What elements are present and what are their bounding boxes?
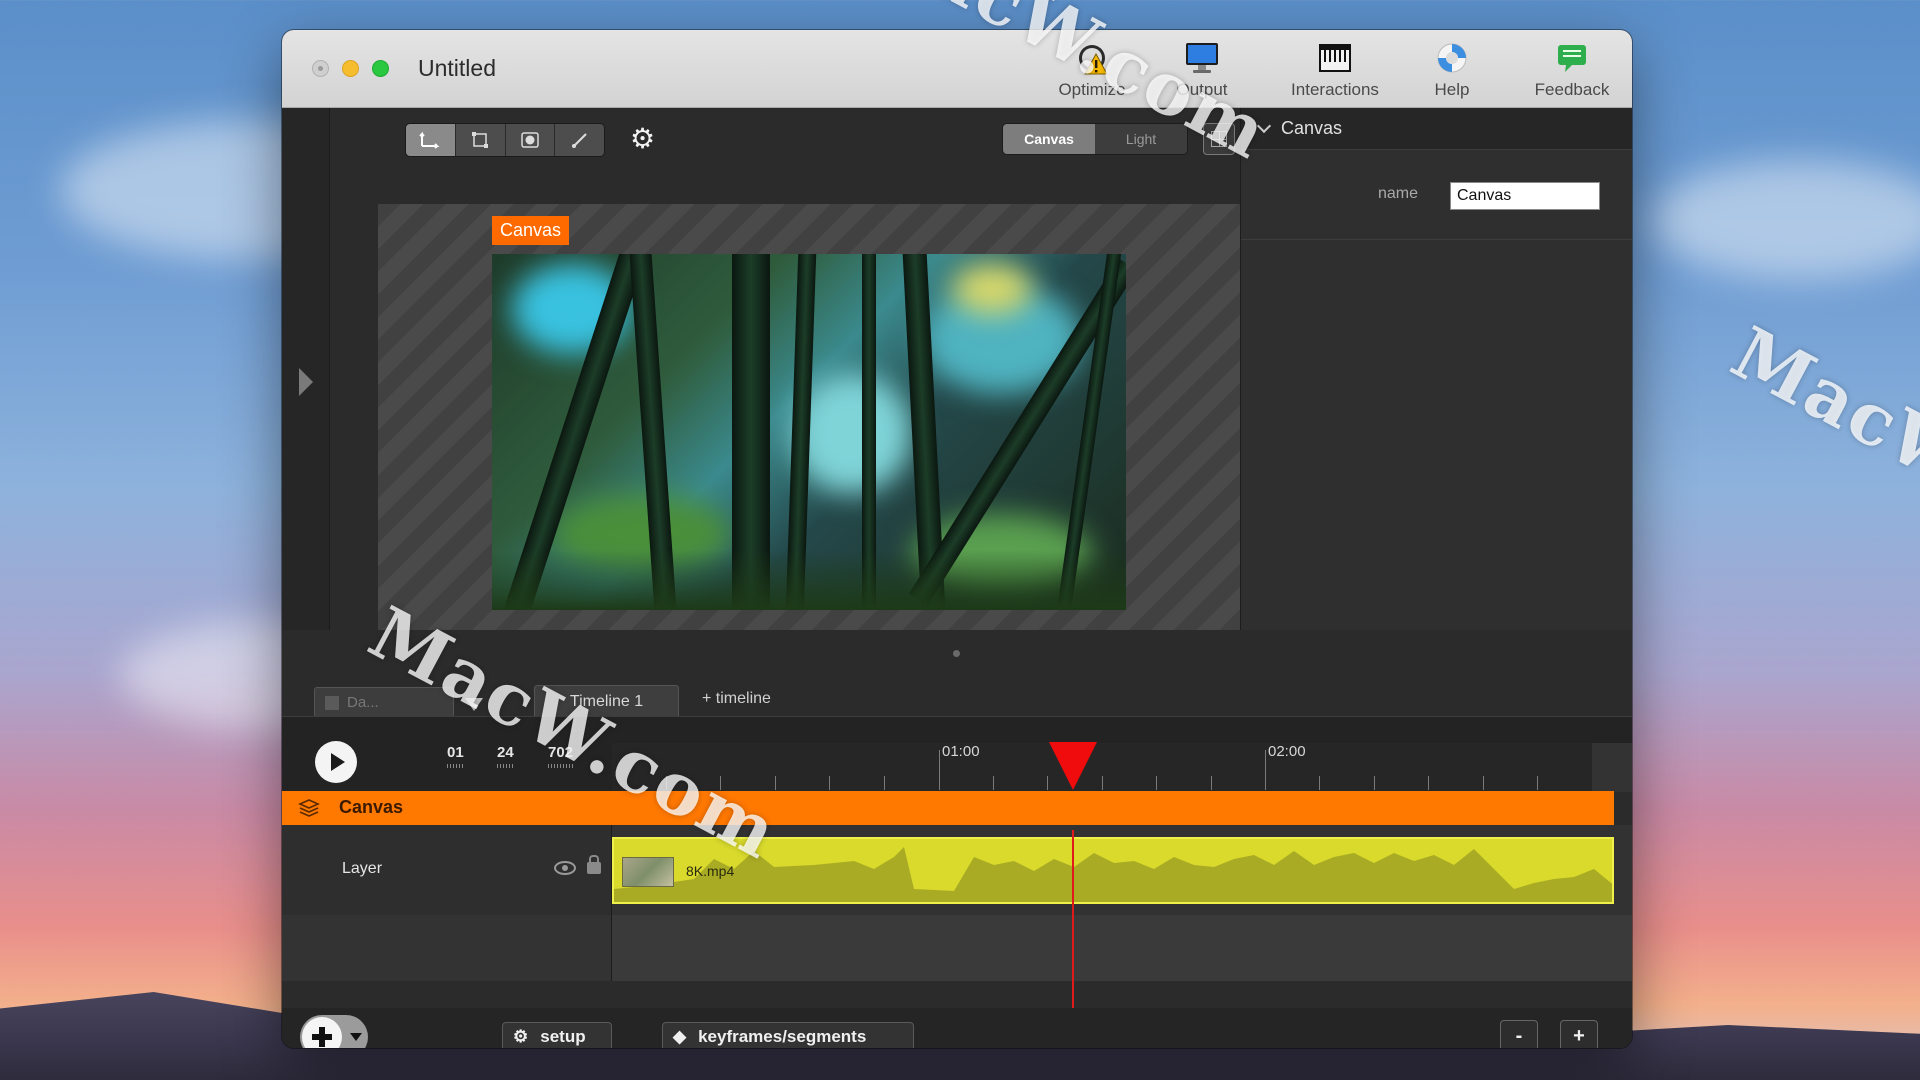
name-field[interactable] (1450, 182, 1600, 210)
maximize-window-button[interactable] (372, 60, 389, 77)
inspector-panel: Canvas name (1240, 108, 1632, 630)
output-button[interactable]: Output (1162, 40, 1242, 106)
caret-down-icon (350, 1033, 362, 1041)
canvas-group-track[interactable]: Canvas (282, 791, 1614, 825)
minimize-window-button[interactable] (342, 60, 359, 77)
video-preview[interactable] (492, 254, 1126, 610)
help-label: Help (1434, 80, 1470, 99)
view-light-option[interactable]: Light (1095, 124, 1187, 154)
tab-timeline-1[interactable]: Timeline 1 (534, 685, 679, 716)
timeline-ruler[interactable]: 01:00 02:00 (612, 743, 1592, 792)
canvas-tag: Canvas (492, 216, 570, 245)
grid-small-icon (325, 696, 339, 710)
interactions-button[interactable]: Interactions (1280, 40, 1390, 106)
timeline-dropdown-value: Da... (347, 694, 379, 711)
counter-minutes[interactable]: 01 (447, 744, 464, 768)
timeline-dropdown[interactable]: Da... (314, 687, 454, 717)
clip-filename: 8K.mp4 (686, 863, 735, 879)
lock-icon[interactable] (587, 855, 601, 874)
add-layer-button[interactable] (300, 1015, 368, 1048)
timeline-area: Da... Timeline 1 + timeline 01 24 702 01… (282, 630, 1632, 1048)
inspector-section-header[interactable]: Canvas (1241, 108, 1632, 150)
inspector-name-row: name (1241, 150, 1632, 240)
setup-button[interactable]: ⚙ setup (502, 1022, 612, 1048)
setup-label: setup (540, 1027, 586, 1046)
feedback-label: Feedback (1534, 80, 1610, 99)
optimize-warning-icon (1072, 40, 1112, 76)
diamond-keyframe-icon: ◆ (673, 1027, 687, 1046)
clip-thumbnail (622, 857, 674, 887)
plus-icon (302, 1017, 342, 1048)
canvas-track-title: Canvas (339, 797, 404, 817)
watermark: MacW.c (1718, 309, 1920, 536)
ruler-label: 01:00 (942, 743, 980, 760)
layer-name: Layer (342, 860, 383, 877)
lifebuoy-icon (1432, 40, 1472, 76)
optimize-label: Optimize (1058, 80, 1126, 99)
monitor-icon (1182, 40, 1222, 76)
editor-settings-gear-icon[interactable]: ⚙ (630, 122, 655, 155)
window-title: Untitled (418, 55, 496, 81)
counter-frames[interactable]: 24 (497, 744, 514, 768)
chat-bubble-icon (1552, 40, 1592, 76)
empty-track-area[interactable] (282, 915, 1632, 981)
audio-waveform (614, 847, 1612, 902)
crop-tool-icon[interactable] (455, 124, 506, 156)
feedback-button[interactable]: Feedback (1522, 40, 1622, 106)
transport-row: 01 24 702 01:00 02:00 (282, 716, 1632, 792)
chevron-down-icon (1256, 118, 1272, 134)
gear-icon: ⚙ (513, 1027, 529, 1046)
ruler-label: 02:00 (1268, 743, 1306, 760)
keyframes-label: keyframes/segments (698, 1027, 867, 1046)
name-label: name (1378, 185, 1419, 202)
tool-group (405, 123, 605, 157)
canvas-stage[interactable]: Canvas (378, 204, 1240, 630)
mask-tool-icon[interactable] (505, 124, 556, 156)
view-canvas-option[interactable]: Canvas (1003, 124, 1095, 154)
timeline-bottom-bar (282, 1008, 1632, 1048)
app-window: Untitled Optimize Output Interactions He… (282, 30, 1632, 1048)
move-tool-icon[interactable] (406, 124, 456, 156)
counter-total[interactable]: 702 (548, 744, 574, 768)
optimize-button[interactable]: Optimize (1052, 40, 1132, 106)
eye-visibility-icon[interactable] (554, 861, 576, 875)
playhead-handle[interactable] (1049, 742, 1097, 790)
video-clip[interactable]: 8K.mp4 (612, 837, 1614, 904)
zoom-out-button[interactable]: - (1500, 1020, 1538, 1048)
interactions-label: Interactions (1291, 80, 1379, 99)
add-timeline-button[interactable]: + timeline (702, 690, 771, 708)
layers-icon (298, 799, 320, 817)
keyframes-segments-button[interactable]: ◆ keyframes/segments (662, 1022, 914, 1048)
zoom-in-button[interactable]: + (1560, 1020, 1598, 1048)
title-bar: Untitled Optimize Output Interactions He… (282, 30, 1632, 108)
left-collapsed-panel (282, 108, 330, 630)
layer-track: Layer 8K.mp4 (282, 825, 1632, 915)
layer-header[interactable]: Layer (282, 825, 612, 915)
expand-left-panel-icon[interactable] (299, 368, 313, 396)
close-window-button[interactable] (312, 60, 329, 77)
piano-keys-icon (1315, 40, 1355, 76)
view-mode-toggle: Canvas Light (1002, 123, 1188, 155)
play-button[interactable] (315, 741, 357, 783)
output-label: Output (1176, 80, 1228, 99)
inspector-section-title: Canvas (1281, 118, 1343, 138)
help-button[interactable]: Help (1417, 40, 1487, 106)
dropdown-arrow-icon[interactable] (465, 698, 483, 711)
editor-area: ⚙ Canvas Light Canvas (330, 108, 1268, 630)
brush-tool-icon[interactable] (555, 124, 604, 156)
grid-toggle-icon[interactable] (1203, 123, 1235, 155)
timeline-tabbar: Da... Timeline 1 + timeline (282, 630, 1632, 717)
